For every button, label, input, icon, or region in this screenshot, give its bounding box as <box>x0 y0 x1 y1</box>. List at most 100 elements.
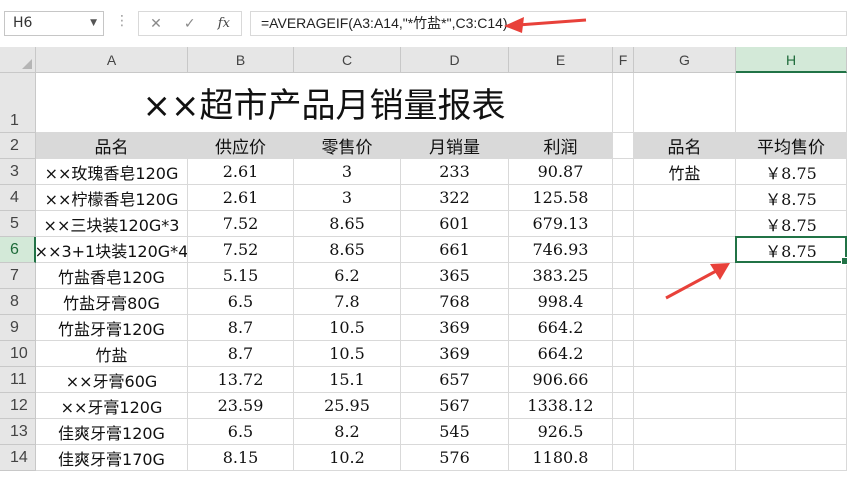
table-header-cell[interactable]: 品名 <box>36 133 188 159</box>
active-cell-h6[interactable] <box>735 236 847 265</box>
product-name-cell[interactable]: 竹盐香皂120G <box>36 263 188 289</box>
column-header-c[interactable]: C <box>294 47 401 73</box>
average-price-cell[interactable]: ￥8.75 <box>736 211 847 237</box>
lookup-name-cell[interactable] <box>634 263 736 289</box>
data-cell[interactable]: 15.1 <box>294 367 401 393</box>
data-cell[interactable]: 10.5 <box>294 341 401 367</box>
average-price-cell[interactable] <box>736 419 847 445</box>
cell[interactable] <box>613 133 634 159</box>
data-cell[interactable]: 657 <box>401 367 509 393</box>
name-box[interactable]: H6 ▼ <box>4 11 104 36</box>
row-header-8[interactable]: 8 <box>0 289 36 315</box>
data-cell[interactable]: 369 <box>401 341 509 367</box>
cell[interactable] <box>613 211 634 237</box>
cell[interactable] <box>634 73 736 133</box>
cell[interactable] <box>613 237 634 263</box>
product-name-cell[interactable]: ××牙膏120G <box>36 393 188 419</box>
data-cell[interactable]: 10.5 <box>294 315 401 341</box>
table-header-cell[interactable]: 供应价 <box>188 133 294 159</box>
cancel-icon[interactable]: ✕ <box>150 16 162 32</box>
table-header-cell[interactable]: 利润 <box>509 133 613 159</box>
row-header-1[interactable]: 1 <box>0 73 36 133</box>
data-cell[interactable]: 998.4 <box>509 289 613 315</box>
row-header-10[interactable]: 10 <box>0 341 36 367</box>
cell[interactable] <box>613 341 634 367</box>
cell[interactable] <box>613 315 634 341</box>
average-price-cell[interactable] <box>736 367 847 393</box>
drag-handle-icon[interactable]: ⋮ <box>115 13 129 29</box>
lookup-name-cell[interactable] <box>634 315 736 341</box>
data-cell[interactable]: 25.95 <box>294 393 401 419</box>
data-cell[interactable]: 8.2 <box>294 419 401 445</box>
average-price-cell[interactable] <box>736 263 847 289</box>
data-cell[interactable]: 90.87 <box>509 159 613 185</box>
row-header-9[interactable]: 9 <box>0 315 36 341</box>
data-cell[interactable]: 8.65 <box>294 211 401 237</box>
lookup-name-cell[interactable] <box>634 445 736 471</box>
average-price-cell[interactable] <box>736 445 847 471</box>
product-name-cell[interactable]: ××牙膏60G <box>36 367 188 393</box>
average-price-cell[interactable] <box>736 393 847 419</box>
product-name-cell[interactable]: 竹盐牙膏120G <box>36 315 188 341</box>
data-cell[interactable]: 576 <box>401 445 509 471</box>
lookup-name-cell[interactable]: 竹盐 <box>634 159 736 185</box>
column-header-e[interactable]: E <box>509 47 613 73</box>
data-cell[interactable]: 768 <box>401 289 509 315</box>
lookup-name-cell[interactable] <box>634 211 736 237</box>
lookup-name-cell[interactable] <box>634 237 736 263</box>
average-price-cell[interactable] <box>736 315 847 341</box>
data-cell[interactable]: 7.52 <box>188 237 294 263</box>
cell[interactable] <box>613 73 634 133</box>
cell[interactable] <box>736 73 847 133</box>
column-header-g[interactable]: G <box>634 47 736 73</box>
column-header-h[interactable]: H <box>736 47 847 73</box>
data-cell[interactable]: 8.65 <box>294 237 401 263</box>
data-cell[interactable]: 1338.12 <box>509 393 613 419</box>
row-header-5[interactable]: 5 <box>0 211 36 237</box>
lookup-name-cell[interactable] <box>634 393 736 419</box>
data-cell[interactable]: 926.5 <box>509 419 613 445</box>
cell[interactable] <box>613 419 634 445</box>
column-header-a[interactable]: A <box>36 47 188 73</box>
product-name-cell[interactable]: 佳爽牙膏170G <box>36 445 188 471</box>
data-cell[interactable]: 906.66 <box>509 367 613 393</box>
data-cell[interactable]: 369 <box>401 315 509 341</box>
row-header-7[interactable]: 7 <box>0 263 36 289</box>
column-header-b[interactable]: B <box>188 47 294 73</box>
data-cell[interactable]: 3 <box>294 159 401 185</box>
data-cell[interactable]: 233 <box>401 159 509 185</box>
formula-input[interactable]: =AVERAGEIF(A3:A14,"*竹盐*",C3:C14) <box>250 11 847 36</box>
lookup-name-cell[interactable] <box>634 185 736 211</box>
average-price-cell[interactable]: ￥8.75 <box>736 185 847 211</box>
data-cell[interactable]: 7.8 <box>294 289 401 315</box>
insert-function-icon[interactable]: fx <box>218 16 230 31</box>
table-header-cell[interactable]: 月销量 <box>401 133 509 159</box>
cell[interactable] <box>613 367 634 393</box>
row-header-4[interactable]: 4 <box>0 185 36 211</box>
data-cell[interactable]: 383.25 <box>509 263 613 289</box>
data-cell[interactable]: 746.93 <box>509 237 613 263</box>
data-cell[interactable]: 679.13 <box>509 211 613 237</box>
cell[interactable] <box>613 263 634 289</box>
data-cell[interactable]: 125.58 <box>509 185 613 211</box>
cell[interactable] <box>613 445 634 471</box>
data-cell[interactable]: 1180.8 <box>509 445 613 471</box>
cell[interactable] <box>613 185 634 211</box>
data-cell[interactable]: 6.5 <box>188 419 294 445</box>
data-cell[interactable]: 322 <box>401 185 509 211</box>
data-cell[interactable]: 6.2 <box>294 263 401 289</box>
product-name-cell[interactable]: ××三块装120G*3 <box>36 211 188 237</box>
enter-icon[interactable]: ✓ <box>184 16 196 32</box>
row-header-12[interactable]: 12 <box>0 393 36 419</box>
data-cell[interactable]: 2.61 <box>188 159 294 185</box>
data-cell[interactable]: 661 <box>401 237 509 263</box>
data-cell[interactable]: 23.59 <box>188 393 294 419</box>
product-name-cell[interactable]: ××玫瑰香皂120G <box>36 159 188 185</box>
data-cell[interactable]: 10.2 <box>294 445 401 471</box>
data-cell[interactable]: 8.7 <box>188 341 294 367</box>
table-header-cell[interactable]: 零售价 <box>294 133 401 159</box>
row-header-13[interactable]: 13 <box>0 419 36 445</box>
data-cell[interactable]: 8.7 <box>188 315 294 341</box>
data-cell[interactable]: 601 <box>401 211 509 237</box>
data-cell[interactable]: 6.5 <box>188 289 294 315</box>
